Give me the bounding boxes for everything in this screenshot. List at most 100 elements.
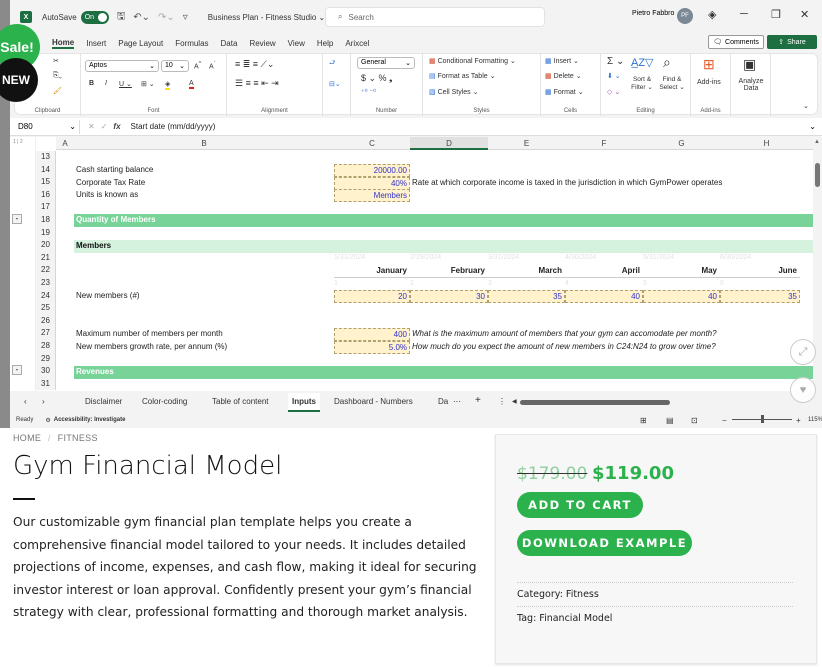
prev-sheet-icon[interactable]: ‹ bbox=[24, 397, 27, 406]
undo-icon[interactable]: ↶⌄ bbox=[133, 12, 150, 23]
new-members-input[interactable]: 30 bbox=[410, 290, 488, 303]
row-header[interactable]: 30 bbox=[36, 365, 56, 378]
row-header[interactable]: 23 bbox=[36, 277, 56, 290]
zoom-level[interactable]: 115% bbox=[808, 417, 822, 423]
sort-filter-icon[interactable]: A̲Z▽ bbox=[631, 56, 654, 69]
tax-rate-input[interactable]: 40% bbox=[334, 177, 410, 190]
cash-balance-input[interactable]: 20000.00 bbox=[334, 164, 410, 177]
new-members-input[interactable]: 20 bbox=[334, 290, 410, 303]
merge-center-icon[interactable]: ⊟⌄ bbox=[329, 80, 341, 88]
expand-formula-icon[interactable]: ⌄ bbox=[809, 122, 816, 131]
share-button[interactable]: ⇪ Share bbox=[767, 35, 817, 49]
normal-view-icon[interactable]: ⊞ bbox=[640, 416, 647, 425]
add-to-cart-button[interactable]: ADD TO CART bbox=[517, 492, 643, 518]
row-header[interactable]: 15 bbox=[36, 176, 56, 189]
tab-data[interactable]: Data bbox=[221, 39, 238, 48]
tab-insert[interactable]: Insert bbox=[86, 39, 106, 48]
next-sheet-icon[interactable]: › bbox=[42, 397, 45, 406]
shrink-font-icon[interactable]: Aˇ bbox=[209, 61, 216, 70]
format-button[interactable]: ▦ Format ⌄ bbox=[545, 88, 584, 96]
cell-styles-button[interactable]: ▧ Cell Styles ⌄ bbox=[429, 88, 478, 96]
row-header[interactable]: 27 bbox=[36, 327, 56, 340]
currency-icon[interactable]: $ ⌄ % ❟ bbox=[361, 73, 393, 84]
row-header[interactable]: 20 bbox=[36, 239, 56, 252]
fill-icon[interactable]: ⬇ ⌄ bbox=[607, 72, 621, 80]
row-header[interactable]: 29 bbox=[36, 352, 56, 366]
breadcrumb-home[interactable]: HOME bbox=[13, 433, 41, 443]
growth-rate-input[interactable]: 5.0% bbox=[334, 341, 410, 354]
horizontal-scroll-thumb[interactable] bbox=[520, 400, 670, 405]
new-members-input[interactable]: 35 bbox=[720, 290, 800, 303]
units-input[interactable]: Members bbox=[334, 189, 410, 202]
vertical-scroll-thumb[interactable] bbox=[815, 163, 820, 187]
scroll-up-icon[interactable]: ▲ bbox=[814, 139, 820, 145]
row-header[interactable]: 21 bbox=[36, 251, 56, 265]
addins-button[interactable]: Add-ins bbox=[697, 79, 721, 86]
tab-view[interactable]: View bbox=[288, 39, 305, 48]
column-header-b[interactable]: B bbox=[74, 137, 334, 150]
cut-icon[interactable]: ✂ bbox=[53, 57, 59, 65]
restore-icon[interactable]: ❐ bbox=[771, 8, 781, 21]
italic-icon[interactable]: I bbox=[105, 80, 107, 87]
sheet-tab-dashboard-numbers[interactable]: Dashboard - Numbers bbox=[334, 397, 413, 406]
format-as-table-button[interactable]: ▤ Format as Table ⌄ bbox=[429, 72, 495, 80]
sheet-tab-color-coding[interactable]: Color-coding bbox=[142, 397, 187, 406]
row-header[interactable]: 17 bbox=[36, 201, 56, 214]
row-header[interactable]: 26 bbox=[36, 314, 56, 328]
name-box[interactable]: D80 ⌄ bbox=[14, 119, 80, 134]
row-header[interactable]: 13 bbox=[36, 151, 56, 164]
accessibility-status[interactable]: Accessibility: Investigate bbox=[54, 417, 126, 423]
minimize-icon[interactable]: ─ bbox=[740, 8, 748, 20]
column-header-c[interactable]: C bbox=[334, 137, 410, 150]
close-icon[interactable]: ✕ bbox=[800, 8, 809, 21]
sheet-tab-table-of-content[interactable]: Table of content bbox=[212, 397, 268, 406]
tab-review[interactable]: Review bbox=[249, 39, 275, 48]
tab-home[interactable]: Home bbox=[52, 38, 75, 49]
row-header[interactable]: 18 bbox=[36, 214, 56, 227]
analyze-data-button[interactable]: Analyze Data bbox=[735, 78, 767, 92]
underline-icon[interactable]: U ⌄ bbox=[119, 80, 132, 88]
row-header[interactable]: 14 bbox=[36, 163, 56, 177]
tab-page-layout[interactable]: Page Layout bbox=[118, 39, 163, 48]
sheet-tab-disclaimer[interactable]: Disclaimer bbox=[85, 397, 122, 406]
row-header[interactable]: 25 bbox=[36, 302, 56, 315]
row-header[interactable]: 19 bbox=[36, 226, 56, 240]
collapse-group-button[interactable]: - bbox=[12, 365, 22, 375]
autosave-toggle[interactable]: On bbox=[80, 10, 109, 24]
zoom-out-icon[interactable]: − bbox=[722, 416, 727, 425]
bold-icon[interactable]: B bbox=[89, 80, 94, 87]
breadcrumb-fitness[interactable]: FITNESS bbox=[58, 433, 98, 443]
customize-qat-icon[interactable]: ▿ bbox=[183, 12, 188, 23]
collapse-group-button[interactable]: - bbox=[12, 214, 22, 224]
sheet-tab-inputs[interactable]: Inputs bbox=[288, 393, 320, 412]
find-icon[interactable]: ⌕ bbox=[663, 54, 671, 71]
find-select-button[interactable]: Find & Select ⌄ bbox=[657, 76, 687, 91]
font-color-icon[interactable]: A bbox=[189, 80, 194, 89]
row-header[interactable]: 28 bbox=[36, 340, 56, 353]
redo-icon[interactable]: ↷⌄ bbox=[158, 12, 175, 23]
format-painter-icon[interactable]: 🖌 bbox=[53, 87, 62, 95]
zoom-slider-handle[interactable] bbox=[761, 415, 764, 423]
collapse-ribbon-icon[interactable]: ⌄ bbox=[803, 102, 809, 110]
tab-splitter-icon[interactable]: ⋮ bbox=[498, 397, 506, 406]
expand-icon[interactable]: ⤢ bbox=[790, 339, 816, 365]
new-members-input[interactable]: 40 bbox=[565, 290, 643, 303]
function-icon[interactable]: fx bbox=[113, 122, 120, 131]
download-example-button[interactable]: DOWNLOAD EXAMPLE bbox=[517, 530, 692, 556]
tab-help[interactable]: Help bbox=[317, 39, 333, 48]
max-members-input[interactable]: 400 bbox=[334, 328, 410, 341]
column-header-e[interactable]: E bbox=[488, 137, 565, 150]
tab-arixcel[interactable]: Arixcel bbox=[345, 39, 369, 48]
align-top-icon[interactable]: ≡ ≣ ≡ ⟋⌄ bbox=[235, 59, 274, 70]
heart-icon[interactable]: ♥ bbox=[790, 377, 816, 403]
delete-button[interactable]: ▦ Delete ⌄ bbox=[545, 72, 582, 80]
sheet-tab-more[interactable]: Da bbox=[438, 397, 448, 406]
column-header-f[interactable]: F bbox=[565, 137, 643, 150]
search-input[interactable]: ⌕ Search bbox=[325, 7, 545, 27]
decimal-icon[interactable]: ⁺⁰ ⁻⁰ bbox=[361, 88, 376, 96]
comments-button[interactable]: 🗨 Comments bbox=[708, 35, 764, 49]
worksheet-grid[interactable]: 1 | 2 - - A B C D E F G H 13 14 15 16 17 18 19… bbox=[10, 137, 813, 391]
column-header-a[interactable]: A bbox=[56, 137, 74, 150]
analyze-data-icon[interactable]: ▣ bbox=[743, 56, 756, 73]
align-left-icon[interactable]: ☰ ≡ ≡ ⇤ ⇥ bbox=[235, 78, 279, 89]
